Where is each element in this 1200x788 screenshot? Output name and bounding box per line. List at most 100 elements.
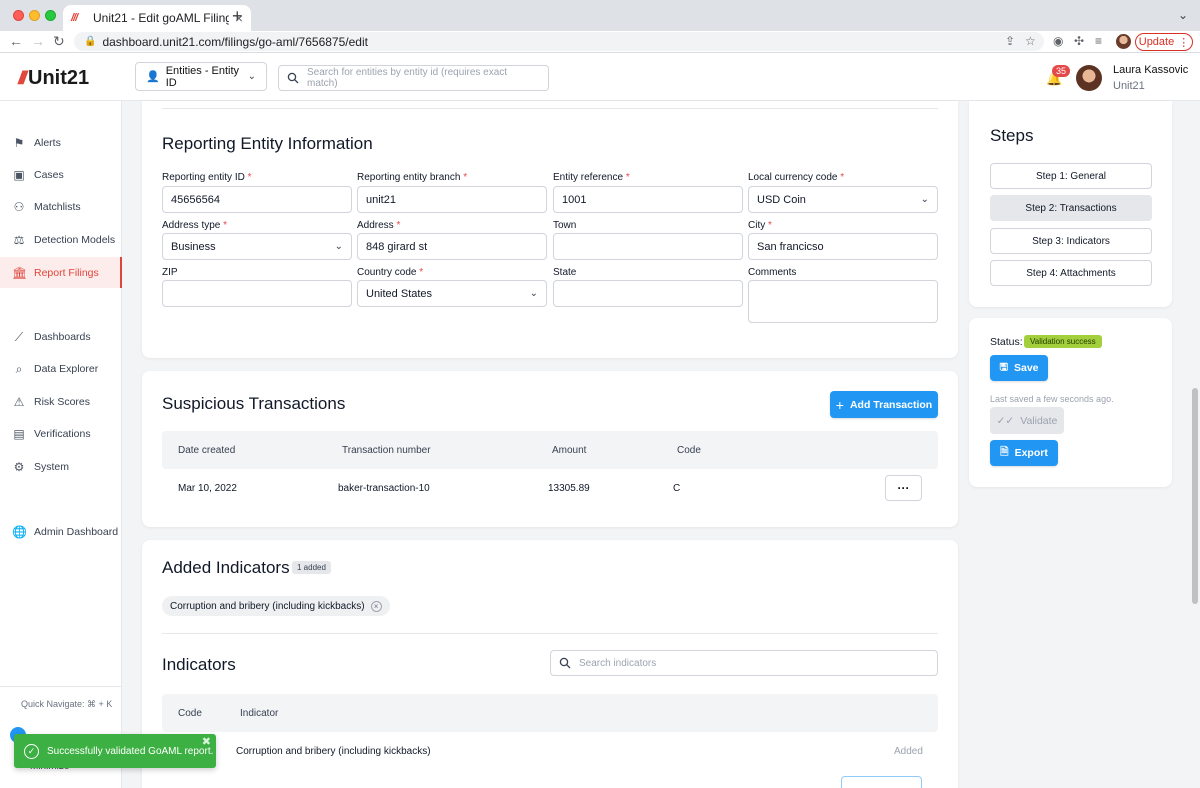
transaction-code: C [673,483,681,494]
reload-icon[interactable]: ↻ [53,33,65,50]
quick-navigate-hint: Quick Navigate: ⌘ + K [21,699,113,709]
city-input[interactable]: San francicso [748,233,938,260]
sidebar-item-admin-dashboard[interactable]: 🌐 Admin Dashboard [0,517,122,547]
logo[interactable]: /// Unit21 [18,67,89,90]
sidebar-item-label: Alerts [34,137,61,149]
globe-icon: 🌐 [12,525,27,539]
share-icon[interactable]: ⇪ [1005,34,1015,48]
zip-label: ZIP [162,267,178,278]
entity-branch-input[interactable]: unit21 [357,186,547,213]
step-indicators-button[interactable]: Step 3: Indicators [990,228,1152,254]
export-button[interactable]: 🗎 Export [990,440,1058,466]
add-transaction-button[interactable]: + Add Transaction [830,391,938,418]
avatar[interactable] [1076,65,1102,91]
update-button[interactable]: Update ⋮ [1135,33,1193,51]
profile-avatar-icon[interactable] [1116,34,1131,49]
column-header[interactable]: Transaction number [342,445,431,456]
file-export-icon: 🗎 [1000,446,1009,458]
sidebar-item-dashboards[interactable]: ⟋ Dashboards [0,322,122,352]
column-header[interactable]: Date created [178,445,235,456]
forward-arrow-icon[interactable]: → [31,33,45,49]
comments-textarea[interactable] [748,280,938,323]
step-attachments-button[interactable]: Step 4: Attachments [990,260,1152,286]
sidebar-item-cases[interactable]: ▣ Cases [0,160,122,190]
reading-list-icon[interactable]: ≡ [1095,34,1102,48]
sidebar-item-label: Verifications [34,428,91,440]
sidebar-item-report-filings[interactable]: 🏛 Report Filings [0,257,122,288]
column-header[interactable]: Code [677,445,701,456]
column-header[interactable]: Indicator [240,708,278,719]
sidebar-item-detection-models[interactable]: ⚖ Detection Models [0,225,122,255]
state-input[interactable] [553,280,743,307]
sidebar-item-alerts[interactable]: ⚑ Alerts [0,128,122,158]
address-bar[interactable]: 🔒 dashboard.unit21.com/filings/go-aml/76… [74,32,1044,51]
save-button[interactable]: 🖫 Save [990,355,1048,381]
sidebar-item-risk-scores[interactable]: ⚠ Risk Scores [0,387,122,417]
puzzle-icon[interactable]: ✣ [1074,34,1084,48]
entity-type-select[interactable]: 👤 Entities - Entity ID ⌄ [135,62,267,91]
step-label: Step 2: Transactions [1025,202,1117,214]
validate-button[interactable]: ✓✓ Validate [990,407,1064,434]
new-tab-icon[interactable]: + [232,6,243,27]
reporting-entity-title: Reporting Entity Information [162,134,373,153]
sidebar-item-label: Matchlists [34,201,81,213]
country-code-select[interactable]: United States ⌄ [357,280,547,307]
sidebar-item-data-explorer[interactable]: ⌕ Data Explorer [0,354,122,384]
browser-tab[interactable]: /// Unit21 - Edit goAML Filing × [63,5,251,31]
browser-tabbar: /// Unit21 - Edit goAML Filing × + ⌄ [0,0,1200,31]
more-vertical-icon: ⋮ [1178,36,1190,49]
chart-line-icon: ⟋ [14,329,24,344]
minimize-window-icon[interactable] [29,10,40,21]
entity-reference-input[interactable]: 1001 [553,186,743,213]
zip-input[interactable] [162,280,352,307]
status-badge: Validation success [1024,335,1102,348]
data-search-icon: ⌕ [15,361,23,376]
extension-icon[interactable]: ◉ [1053,34,1063,48]
column-header[interactable]: Amount [552,445,586,456]
back-arrow-icon[interactable]: ← [9,33,23,49]
comments-label: Comments [748,267,797,278]
divider [162,633,938,634]
search-icon [287,72,299,84]
success-toast: ✓ Successfully validated GoAML report. ✖ [14,734,216,768]
save-icon: 🖫 [999,361,1008,373]
bookmark-star-icon[interactable]: ☆ [1025,34,1036,48]
toast-message: Successfully validated GoAML report. [47,745,214,757]
indicators-search-input[interactable]: Search indicators [550,650,938,676]
sidebar-item-verifications[interactable]: ▤ Verifications [0,419,122,449]
town-input[interactable] [553,233,743,260]
divider [162,108,938,109]
sidebar-item-matchlists[interactable]: ⚇ Matchlists [0,192,122,222]
url-text: dashboard.unit21.com/filings/go-aml/7656… [102,34,368,49]
step-general-button[interactable]: Step 1: General [990,163,1152,189]
address-type-select[interactable]: Business ⌄ [162,233,352,260]
entity-id-input[interactable]: 45656564 [162,186,352,213]
sidebar-item-label: Data Explorer [34,363,99,375]
remove-chip-icon[interactable]: × [370,600,382,612]
row-actions-button[interactable]: ··· [885,475,922,501]
logo-text: Unit21 [28,67,90,89]
close-toast-icon[interactable]: ✖ [202,735,211,748]
sidebar-item-system[interactable]: ⚙ System [0,452,122,482]
app-header: /// Unit21 👤 Entities - Entity ID ⌄ Sear… [0,53,1200,101]
scale-icon: ⚖ [13,233,25,247]
transactions-table-header: Date created Transaction number Amount C… [162,431,938,469]
lock-icon: 🔒 [84,36,97,47]
close-window-icon[interactable] [13,10,24,21]
step-transactions-button[interactable]: Step 2: Transactions [990,195,1152,221]
currency-code-select[interactable]: USD Coin ⌄ [748,186,938,213]
sidebar-item-label: Risk Scores [34,396,91,408]
entity-search-input[interactable]: Search for entities by entity id (requir… [278,65,549,91]
chevron-down-icon: ⌄ [334,241,343,252]
add-indicator-button[interactable] [841,776,922,788]
page-scrollbar[interactable] [1192,388,1198,604]
gear-icon: ⚙ [13,460,25,474]
address-input[interactable]: 848 girard st [357,233,547,260]
column-header[interactable]: Code [178,708,202,719]
user-name[interactable]: Laura Kassovic [1113,64,1188,76]
tab-search-chevron-icon[interactable]: ⌄ [1178,8,1188,22]
reporting-entity-card: Reporting Entity Information Reporting e… [142,101,958,358]
maximize-window-icon[interactable] [45,10,56,21]
logo-mark-icon: /// [18,68,27,88]
save-label: Save [1014,362,1039,374]
